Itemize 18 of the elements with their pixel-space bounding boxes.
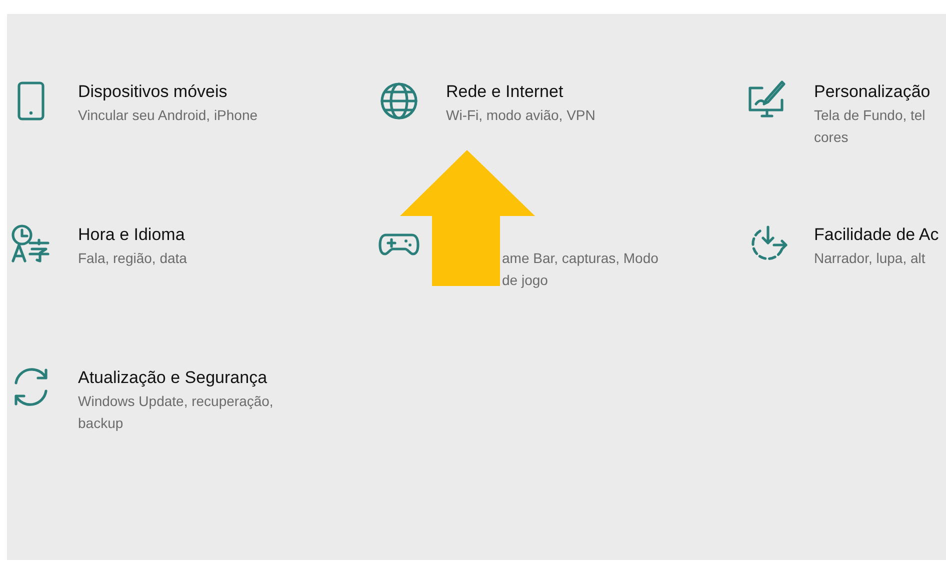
setting-description: Fala, região, data	[78, 249, 187, 268]
clock-language-icon[interactable]	[10, 223, 52, 265]
setting-description: de jogo	[502, 271, 549, 290]
setting-description: backup	[78, 414, 124, 433]
setting-description: ame Bar, capturas, Modo	[502, 249, 658, 268]
setting-title[interactable]: Hora e Idioma	[78, 223, 187, 247]
setting-description: Windows Update, recuperação,	[78, 392, 274, 411]
setting-description: Vincular seu Android, iPhone	[78, 106, 258, 125]
setting-description: cores	[814, 128, 850, 147]
setting-title[interactable]: Dispositivos móveis	[78, 80, 258, 104]
setting-title[interactable]: Personalização	[814, 80, 930, 104]
setting-title[interactable]: Rede e Internet	[446, 80, 596, 104]
setting-description: Tela de Fundo, tel	[814, 106, 926, 125]
globe-icon[interactable]	[378, 80, 420, 122]
setting-title[interactable]: Facilidade de Ac	[814, 223, 939, 247]
setting-description: Narrador, lupa, alt	[814, 249, 926, 268]
setting-description: Wi-Fi, modo avião, VPN	[446, 106, 596, 125]
setting-title[interactable]: Atualização e Segurança	[78, 366, 274, 390]
